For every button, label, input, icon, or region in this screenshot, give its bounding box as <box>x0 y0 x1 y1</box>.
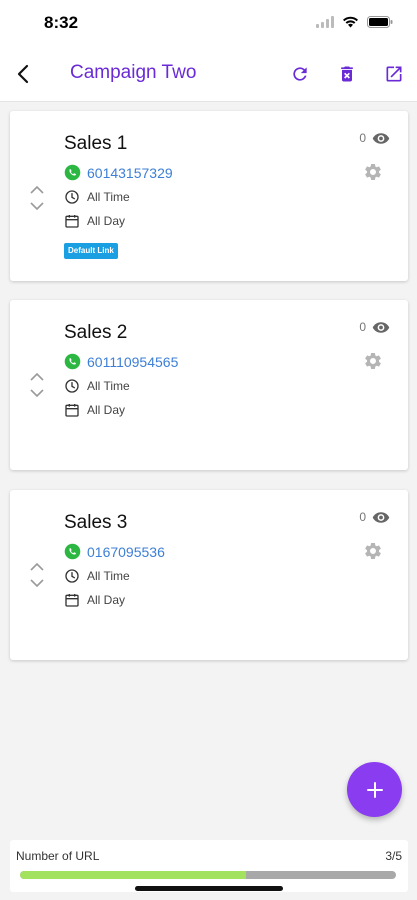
link-card[interactable]: Sales 1 60143157329 All Time All Day Def… <box>10 111 408 281</box>
open-external-icon <box>386 66 402 82</box>
clock-icon <box>65 569 79 583</box>
page-title: Campaign Two <box>70 62 197 83</box>
time-label: All Time <box>87 379 130 393</box>
phone-row[interactable]: 601110954565 <box>64 353 178 370</box>
gear-icon <box>365 163 381 180</box>
reorder-handle[interactable] <box>28 182 46 214</box>
calendar-icon <box>65 404 79 417</box>
schedule-time-row: All Time <box>64 378 130 394</box>
chevron-left-icon <box>17 64 29 84</box>
whatsapp-icon <box>64 164 81 181</box>
day-label: All Day <box>87 593 126 607</box>
gear-icon <box>365 352 381 369</box>
open-external-button[interactable] <box>382 62 406 86</box>
time-label: All Time <box>87 190 130 204</box>
status-time: 8:32 <box>44 13 79 32</box>
whatsapp-icon <box>64 543 81 560</box>
status-bar: 8:32 <box>0 0 417 48</box>
views-count: 0 <box>359 320 366 334</box>
phone-number-link[interactable]: 601110954565 <box>87 354 178 370</box>
phone-number-link[interactable]: 60143157329 <box>87 165 173 181</box>
signal-icon <box>316 15 334 33</box>
reorder-arrows-icon <box>30 185 44 211</box>
back-button[interactable] <box>10 59 36 89</box>
link-card[interactable]: Sales 3 0167095536 All Time All Day 0 <box>10 490 408 660</box>
clock-icon <box>65 190 79 204</box>
phone-number-link[interactable]: 0167095536 <box>87 544 165 560</box>
reorder-arrows-icon <box>30 372 44 398</box>
settings-button[interactable] <box>363 541 383 561</box>
settings-button[interactable] <box>363 162 383 182</box>
gear-icon <box>365 543 381 559</box>
default-link-badge: Default Link <box>64 243 118 259</box>
home-indicator <box>135 886 283 891</box>
delete-icon <box>341 66 353 82</box>
calendar-icon <box>65 215 79 228</box>
usage-label: Number of URL <box>16 849 100 863</box>
calendar-icon <box>65 594 79 607</box>
delete-button[interactable] <box>335 62 359 86</box>
link-card[interactable]: Sales 2 601110954565 All Time All Day 0 <box>10 300 408 470</box>
day-label: All Day <box>87 403 126 417</box>
schedule-day-row: All Day <box>64 213 125 229</box>
url-usage-panel: Number of URL 3/5 <box>10 840 408 892</box>
reorder-handle[interactable] <box>28 369 46 401</box>
clock-icon <box>65 379 79 393</box>
schedule-time-row: All Time <box>64 189 130 205</box>
phone-row[interactable]: 0167095536 <box>64 543 165 560</box>
eye-icon <box>372 132 390 144</box>
card-title: Sales 1 <box>64 133 128 154</box>
views-counter: 0 <box>359 131 390 145</box>
views-count: 0 <box>359 510 366 524</box>
app-header: Campaign Two <box>0 48 417 102</box>
eye-icon <box>372 511 390 523</box>
schedule-time-row: All Time <box>64 568 130 584</box>
add-link-button[interactable] <box>347 762 402 817</box>
views-counter: 0 <box>359 320 390 334</box>
usage-progress-bar <box>20 871 396 879</box>
reorder-handle[interactable] <box>28 559 46 591</box>
time-label: All Time <box>87 569 130 583</box>
reorder-arrows-icon <box>30 562 44 588</box>
eye-icon <box>372 321 390 333</box>
usage-progress-fill <box>20 871 246 879</box>
phone-row[interactable]: 60143157329 <box>64 164 173 181</box>
settings-button[interactable] <box>363 351 383 371</box>
refresh-icon <box>293 67 307 81</box>
schedule-day-row: All Day <box>64 592 125 608</box>
plus-icon <box>366 781 383 798</box>
views-count: 0 <box>359 131 366 145</box>
status-icons <box>316 15 393 33</box>
whatsapp-icon <box>64 353 81 370</box>
card-title: Sales 3 <box>64 512 128 533</box>
card-title: Sales 2 <box>64 322 128 343</box>
wifi-icon <box>342 15 359 33</box>
usage-count: 3/5 <box>385 849 402 863</box>
day-label: All Day <box>87 214 126 228</box>
refresh-button[interactable] <box>288 62 312 86</box>
battery-icon <box>367 15 393 33</box>
views-counter: 0 <box>359 510 390 524</box>
schedule-day-row: All Day <box>64 402 125 418</box>
